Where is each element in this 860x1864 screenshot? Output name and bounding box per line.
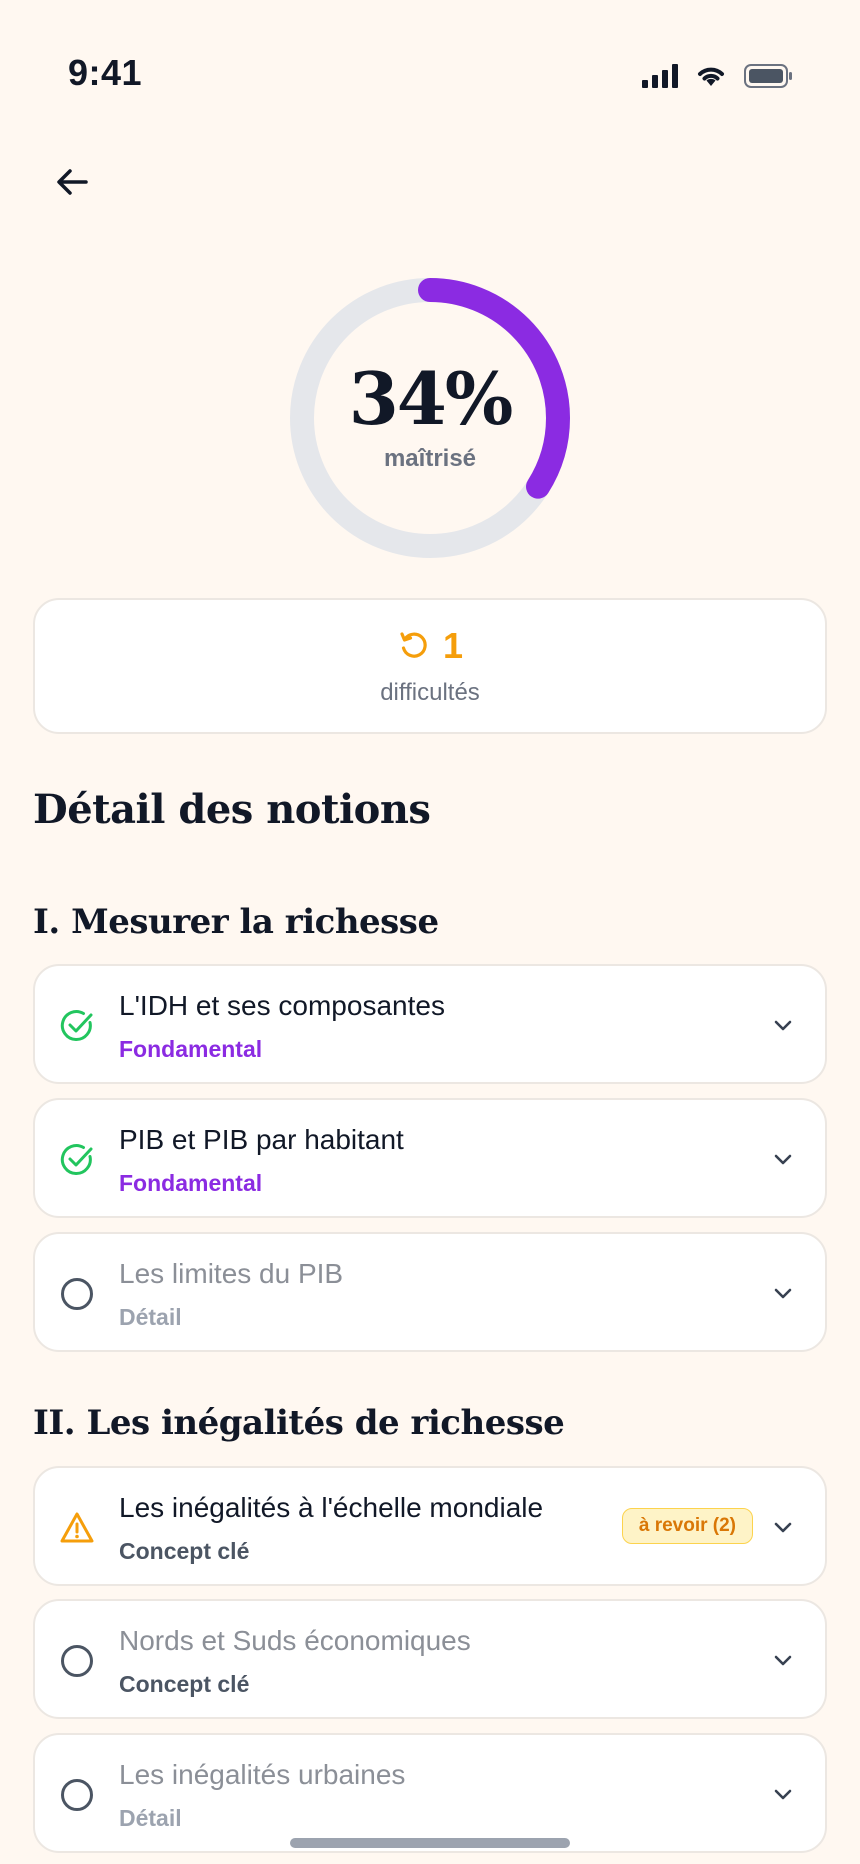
- empty-circle-icon: [61, 1779, 93, 1811]
- signal-icon: [642, 64, 678, 88]
- empty-circle-icon: [61, 1645, 93, 1677]
- notion-tag: Fondamental: [119, 1170, 263, 1196]
- notion-item[interactable]: PIB et PIB par habitant Fondamental: [33, 1098, 827, 1218]
- chevron-down-icon[interactable]: [769, 1280, 797, 1308]
- chevron-down-icon[interactable]: [769, 1146, 797, 1174]
- difficulties-card: 1 difficultés: [33, 598, 827, 734]
- notion-tag: Détail: [119, 1805, 182, 1831]
- notion-tag: Détail: [119, 1304, 182, 1330]
- chevron-down-icon[interactable]: [769, 1012, 797, 1040]
- page-heading: Détail des notions: [33, 786, 431, 833]
- retry-icon: [400, 632, 427, 658]
- notion-item[interactable]: Les inégalités urbaines Détail: [33, 1733, 827, 1853]
- battery-icon: [744, 64, 792, 88]
- notion-title: Les inégalités à l'échelle mondiale: [119, 1492, 544, 1523]
- chevron-down-icon[interactable]: [769, 1781, 797, 1809]
- back-button[interactable]: [44, 154, 100, 210]
- notion-title: Nords et Suds économiques: [119, 1625, 471, 1656]
- difficulties-label: difficultés: [380, 679, 480, 706]
- notion-title: Les inégalités urbaines: [119, 1759, 406, 1790]
- chevron-down-icon[interactable]: [769, 1647, 797, 1675]
- difficulties-count: 1: [442, 625, 464, 666]
- status-bar: 9:41: [0, 0, 860, 120]
- section-title-1: I. Mesurer la richesse: [33, 902, 439, 942]
- ring-center: 34% maîtrisé: [290, 278, 570, 558]
- notion-title: PIB et PIB par habitant: [119, 1124, 404, 1155]
- section-title-2: II. Les inégalités de richesse: [33, 1403, 565, 1443]
- arrow-left-icon: [57, 169, 88, 195]
- difficulties-row: 1: [397, 625, 463, 667]
- status-icons: [642, 64, 794, 88]
- mastery-ring: 34% maîtrisé: [290, 278, 570, 558]
- empty-circle-icon: [61, 1278, 93, 1310]
- notion-tag: Fondamental: [119, 1036, 263, 1062]
- mastery-percent: 34%: [348, 356, 514, 441]
- check-circle-icon: [60, 1144, 93, 1176]
- notion-item[interactable]: L'IDH et ses composantes Fondamental: [33, 964, 827, 1084]
- status-time: 9:41: [68, 52, 143, 93]
- wifi-icon: [698, 67, 724, 86]
- chevron-down-icon[interactable]: [769, 1514, 797, 1542]
- notion-item[interactable]: Les limites du PIB Détail: [33, 1232, 827, 1352]
- check-circle-icon: [60, 1010, 93, 1042]
- mastery-label: maîtrisé: [383, 445, 477, 472]
- notion-item[interactable]: Les inégalités à l'échelle mondiale Conc…: [33, 1466, 827, 1586]
- notion-tag: Concept clé: [119, 1538, 250, 1564]
- review-badge: à revoir (2): [621, 1508, 753, 1544]
- notion-item[interactable]: Nords et Suds économiques Concept clé: [33, 1599, 827, 1719]
- notion-tag: Concept clé: [119, 1671, 250, 1697]
- warning-icon: [60, 1512, 94, 1543]
- notion-title: L'IDH et ses composantes: [119, 990, 445, 1021]
- notion-title: Les limites du PIB: [119, 1258, 344, 1289]
- home-indicator[interactable]: [290, 1838, 570, 1848]
